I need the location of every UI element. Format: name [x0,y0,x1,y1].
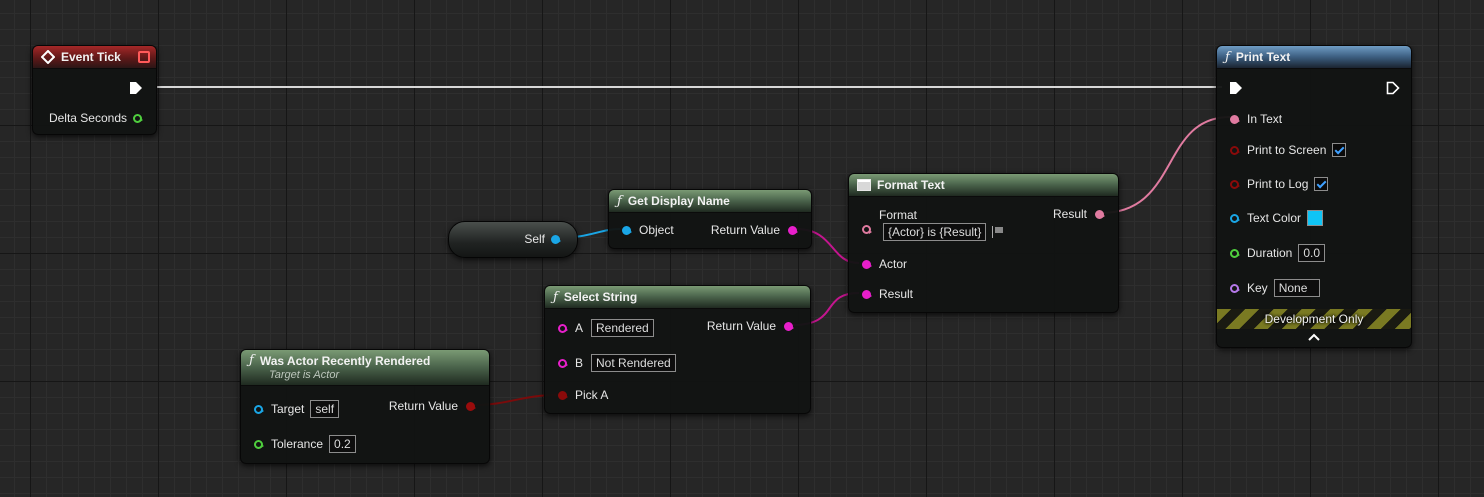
was-rendered-subtitle: Target is Actor [269,369,340,381]
pick-a-label: Pick A [575,388,609,402]
get-display-name-node[interactable]: ƒ Get Display Name Object Return Value [608,189,812,249]
b-label: B [575,356,584,370]
result-out-pin[interactable] [1095,209,1105,219]
exec-in-pin[interactable] [1229,81,1243,95]
wire-formattext-to-intext [1100,116,1231,214]
print-to-screen-pin[interactable] [1230,145,1240,155]
return-value-pin[interactable] [466,401,476,411]
format-text-header: Format Text [849,174,1118,197]
select-string-title: Select String [563,290,638,304]
target-pin[interactable] [254,404,264,414]
a-label: A [575,321,584,335]
self-pin[interactable] [551,234,561,244]
b-input[interactable]: Not Rendered [591,354,676,372]
print-text-node[interactable]: ƒ Print Text In Text Print to Screen Pri… [1216,45,1412,348]
print-text-title: Print Text [1235,50,1291,64]
print-to-log-checkbox[interactable] [1314,177,1329,191]
event-tick-header: Event Tick [33,46,156,69]
was-rendered-title: Was Actor Recently Rendered [259,353,431,368]
format-text-node[interactable]: Format Text Format {Actor} is {Result} R… [848,173,1119,313]
duration-label: Duration [1247,246,1293,260]
text-color-label: Text Color [1247,211,1302,225]
tolerance-pin[interactable] [254,439,264,449]
print-to-screen-checkbox[interactable] [1332,143,1347,157]
was-rendered-header: ƒ Was Actor Recently Rendered Target is … [241,350,489,386]
return-value-pin[interactable] [784,321,794,331]
pick-a-pin[interactable] [558,390,568,400]
development-only-banner: Development Only [1217,309,1411,329]
result-in-label: Result [879,287,914,301]
replication-icon [138,51,150,63]
a-pin[interactable] [558,323,568,333]
target-input[interactable]: self [310,400,340,418]
delta-seconds-label: Delta Seconds [48,111,127,125]
tolerance-label: Tolerance [271,437,324,451]
format-label: Format [879,208,918,222]
result-in-pin[interactable] [862,289,872,299]
event-icon [41,50,55,64]
object-pin[interactable] [622,225,632,235]
print-to-log-label: Print to Log [1247,177,1309,191]
text-color-swatch[interactable] [1307,210,1324,226]
format-input[interactable]: {Actor} is {Result} [883,223,987,241]
select-string-header: ƒ Select String [545,286,810,309]
return-value-label: Return Value [706,319,776,333]
print-to-log-pin[interactable] [1230,179,1240,189]
was-actor-recently-rendered-node[interactable]: ƒ Was Actor Recently Rendered Target is … [240,349,490,464]
exec-out-pin[interactable] [1386,81,1400,95]
format-text-title: Format Text [877,178,945,192]
duration-pin[interactable] [1230,248,1240,258]
return-value-pin[interactable] [788,225,798,235]
duration-input[interactable]: 0.0 [1298,244,1326,262]
event-tick-node[interactable]: Event Tick Delta Seconds [32,45,157,135]
result-out-label: Result [1052,207,1087,221]
function-icon: ƒ [617,193,622,209]
target-label: Target [271,402,305,416]
function-icon: ƒ [1225,49,1230,65]
key-input[interactable]: None [1273,279,1321,297]
exec-out-pin[interactable] [129,81,143,95]
function-icon: ƒ [553,289,558,305]
chevron-up-icon[interactable] [1308,333,1320,341]
actor-pin[interactable] [862,259,872,269]
tolerance-input[interactable]: 0.2 [329,435,356,453]
event-tick-title: Event Tick [61,50,121,64]
get-display-name-header: ƒ Get Display Name [609,190,811,213]
self-node[interactable]: Self [448,221,578,258]
object-label: Object [639,223,674,237]
localization-flag-icon[interactable] [992,226,1004,238]
format-text-icon [857,179,871,191]
print-text-header: ƒ Print Text [1217,46,1411,69]
function-icon: ƒ [249,353,254,368]
in-text-label: In Text [1247,112,1283,126]
key-pin[interactable] [1230,283,1240,293]
text-color-pin[interactable] [1230,213,1240,223]
get-display-name-title: Get Display Name [627,194,730,208]
actor-label: Actor [879,257,908,271]
delta-seconds-pin[interactable] [133,113,143,123]
self-label: Self [524,232,545,246]
print-to-screen-label: Print to Screen [1247,143,1327,157]
return-value-label: Return Value [388,399,458,413]
format-pin[interactable] [862,225,872,234]
development-only-label: Development Only [1264,312,1364,326]
key-label: Key [1247,281,1268,295]
a-input[interactable]: Rendered [591,319,654,337]
return-value-label: Return Value [710,223,780,237]
in-text-pin[interactable] [1230,114,1240,124]
select-string-node[interactable]: ƒ Select String A Rendered B Not Rendere… [544,285,811,414]
b-pin[interactable] [558,358,568,368]
